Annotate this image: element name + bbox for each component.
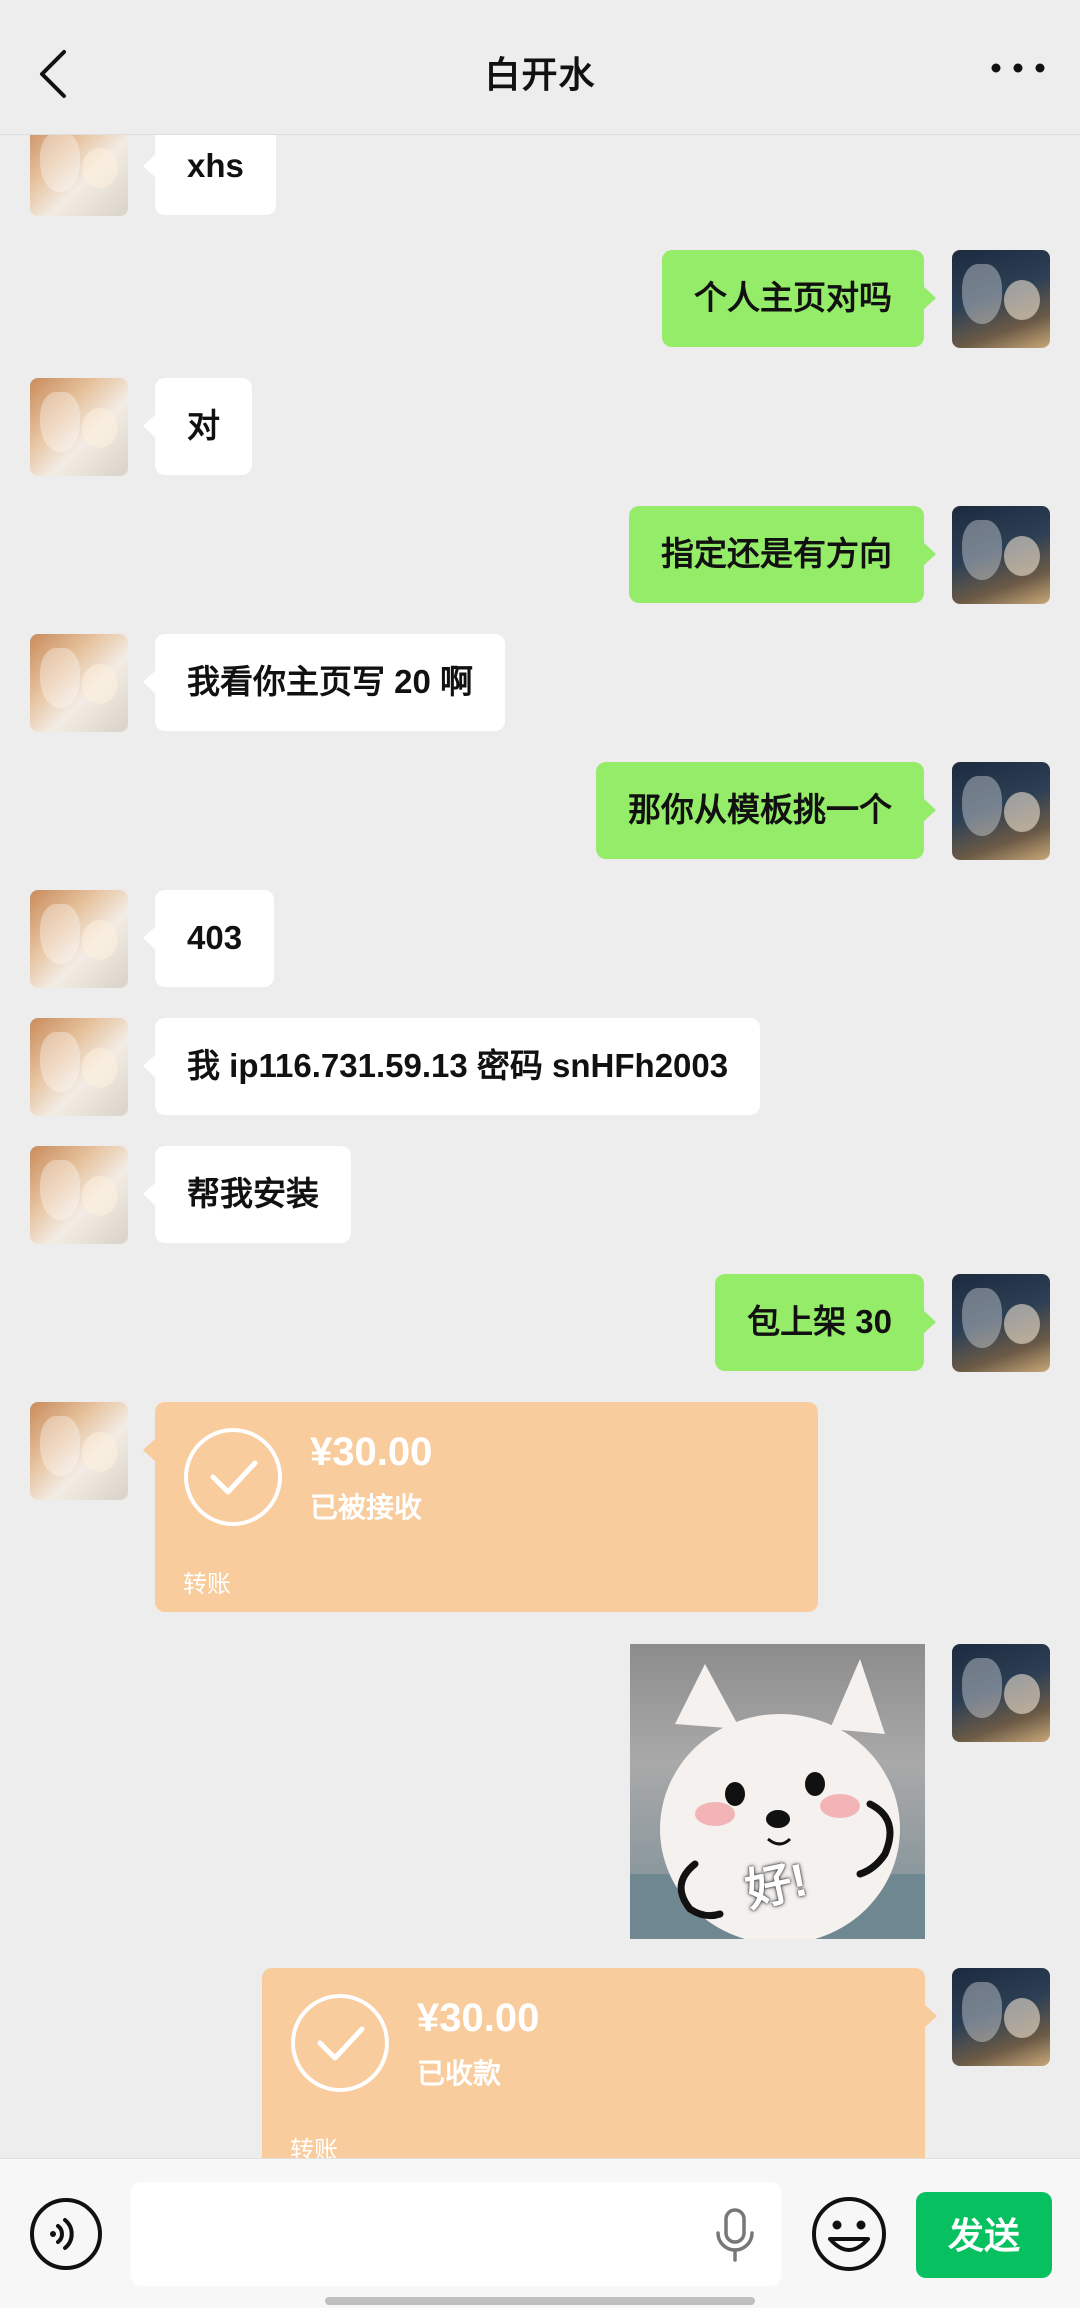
- my-avatar[interactable]: [952, 1968, 1050, 2066]
- check-circle-icon: [291, 1994, 389, 2092]
- incoming-message[interactable]: 403: [142, 890, 275, 987]
- transfer-amount: ¥30.00: [417, 1996, 540, 2040]
- my-avatar[interactable]: [952, 1274, 1050, 1372]
- contact-avatar[interactable]: [30, 1146, 128, 1244]
- contact-avatar[interactable]: [30, 1402, 128, 1500]
- my-avatar[interactable]: [952, 250, 1050, 348]
- transfer-status: 已被接收: [310, 1492, 423, 1523]
- dog-sticker-image[interactable]: 好!: [630, 1644, 925, 1939]
- incoming-message[interactable]: 我看你主页写 20 啊: [142, 634, 506, 731]
- my-avatar[interactable]: [952, 506, 1050, 604]
- chat-title: 白开水: [484, 54, 596, 95]
- outgoing-message[interactable]: 个人主页对吗: [662, 250, 936, 347]
- microphone-icon[interactable]: [713, 2207, 757, 2263]
- more-dots-icon[interactable]: [990, 56, 1046, 80]
- emoji-icon[interactable]: [810, 2195, 888, 2273]
- transfer-label: 转账: [290, 2137, 338, 2158]
- voice-mode-icon[interactable]: [28, 2196, 104, 2272]
- send-button[interactable]: 发送: [916, 2192, 1052, 2278]
- incoming-message[interactable]: xhs: [143, 134, 276, 215]
- input-bar: 发送: [0, 2158, 1080, 2308]
- home-indicator: [325, 2297, 755, 2305]
- sticker-caption: 好!: [740, 1853, 812, 1917]
- outgoing-message[interactable]: 指定还是有方向: [629, 506, 936, 603]
- contact-avatar[interactable]: [30, 890, 128, 988]
- contact-avatar[interactable]: [30, 378, 128, 476]
- my-avatar[interactable]: [952, 762, 1050, 860]
- outgoing-message[interactable]: 包上架 30: [715, 1274, 936, 1371]
- check-circle-icon: [184, 1428, 282, 1526]
- incoming-message[interactable]: 帮我安装: [143, 1146, 351, 1243]
- incoming-message[interactable]: 对: [143, 378, 252, 475]
- message-input[interactable]: [131, 2182, 781, 2286]
- transfer-status: 已收款: [417, 2058, 502, 2089]
- outgoing-message[interactable]: 那你从模板挑一个: [596, 762, 936, 859]
- incoming-message[interactable]: 我 ip116.731.59.13 密码 snHFh2003: [142, 1018, 761, 1115]
- chat-header: 白开水: [0, 0, 1080, 135]
- transfer-label: 转账: [183, 1571, 231, 1598]
- message-list: xhs 个人主页对吗 对 指定还是有方向 我看你主页写 20 啊 那你从模板挑一…: [0, 134, 1080, 2158]
- transfer-card-received[interactable]: ¥30.00 已被接收 转账: [143, 1402, 818, 1612]
- contact-avatar[interactable]: [30, 134, 128, 216]
- transfer-amount: ¥30.00: [310, 1430, 433, 1474]
- transfer-card-collected[interactable]: ¥30.00 已收款 转账: [262, 1968, 937, 2158]
- my-avatar[interactable]: [952, 1644, 1050, 1742]
- contact-avatar[interactable]: [30, 1018, 128, 1116]
- contact-avatar[interactable]: [30, 634, 128, 732]
